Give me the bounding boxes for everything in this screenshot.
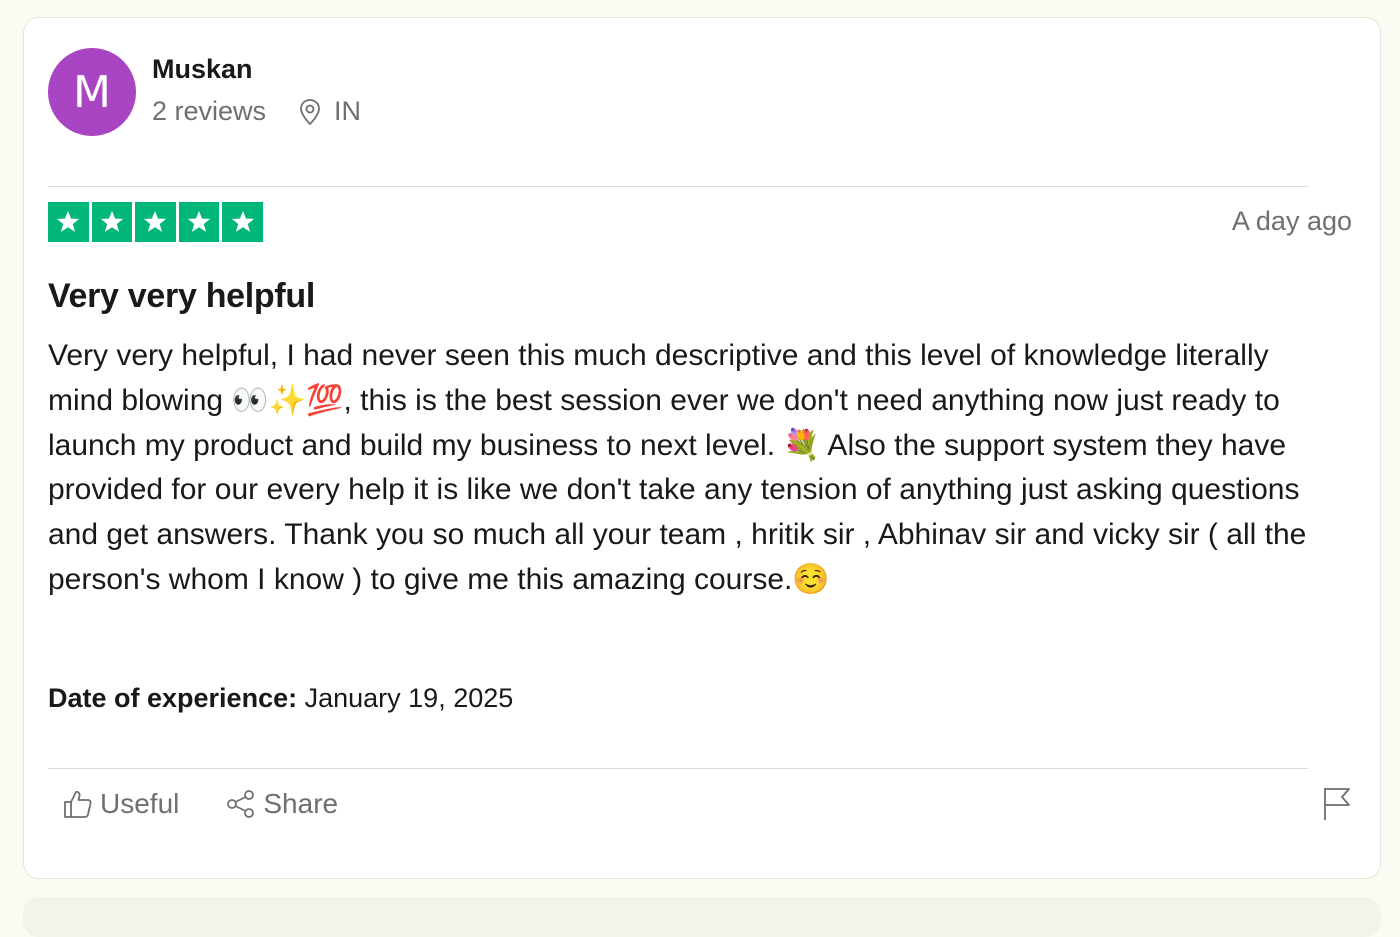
country-code: IN [334,96,362,126]
reviewer-name[interactable]: Muskan [152,54,253,85]
reviewer-location: IN [298,96,361,127]
review-actions: Useful Share [62,788,384,820]
share-label: Share [263,788,339,819]
star-icon [91,202,133,242]
flag-icon [1324,788,1350,820]
location-pin-icon [300,98,320,125]
divider [48,768,1308,769]
star-icon [222,202,263,242]
star-icon [178,202,220,242]
useful-label: Useful [100,788,180,819]
avatar[interactable]: M [48,48,136,136]
useful-button[interactable]: Useful [62,788,179,820]
report-button[interactable] [1322,786,1352,827]
date-of-experience-value: January 19, 2025 [304,683,514,713]
review-count: 2 reviews [152,96,267,126]
star-icon [135,202,176,242]
thumbs-up-icon [64,791,92,818]
star-rating [48,202,263,242]
date-of-experience: Date of experience: January 19, 2025 [48,683,513,714]
review-posted-date: A day ago [1231,206,1352,236]
review-text: Very very helpful, I had never seen this… [48,339,1307,596]
reviewer-meta: 2 reviews IN [152,96,361,127]
date-of-experience-label: Date of experience: [48,683,298,713]
star-icon [48,202,89,242]
share-icon [227,790,255,818]
next-review-card [23,897,1381,937]
review-title[interactable]: Very very helpful [48,277,315,316]
divider [48,186,1308,187]
reviewer-header: M Muskan 2 reviews IN [48,48,1308,138]
share-button[interactable]: Share [225,788,338,820]
